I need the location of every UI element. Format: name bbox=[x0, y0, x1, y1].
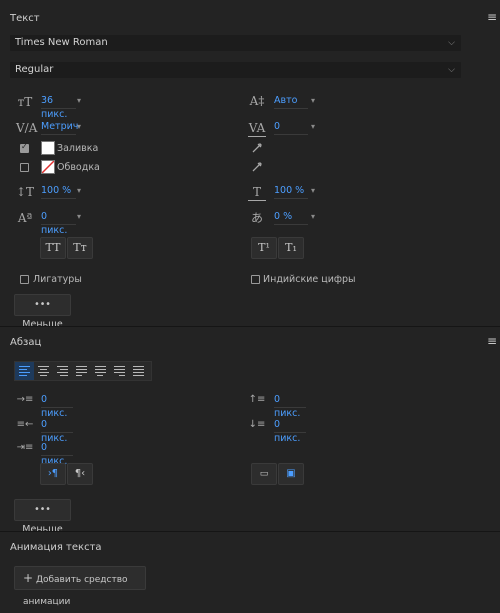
right-to-left-button[interactable]: ¶‹ bbox=[67, 463, 93, 485]
hindi-digits-label: Индийские цифры bbox=[263, 274, 356, 285]
leading-icon: A‡ bbox=[249, 94, 265, 108]
text-panel-title: Текст bbox=[10, 13, 40, 24]
tracking-value[interactable]: 0 bbox=[274, 120, 308, 135]
text-box-button[interactable]: ▭ bbox=[251, 463, 277, 485]
less-label: Меньше bbox=[22, 524, 63, 535]
indent-left-icon: →≡ bbox=[16, 394, 34, 405]
ellipsis-icon: ••• bbox=[34, 504, 51, 515]
superscript-button[interactable]: T¹ bbox=[251, 237, 277, 259]
align-left-button[interactable] bbox=[15, 362, 34, 380]
less-button[interactable]: ••• Меньше bbox=[14, 499, 71, 535]
chevron-down-icon[interactable]: ▾ bbox=[77, 96, 81, 105]
space-after-icon: ↓≡ bbox=[248, 419, 266, 430]
justify-right-button[interactable] bbox=[110, 362, 129, 380]
paragraph-panel-title: Абзац bbox=[10, 337, 42, 348]
first-line-indent-value[interactable]: 0 пикс. bbox=[41, 441, 73, 467]
less-label: Меньше bbox=[22, 319, 63, 330]
left-to-right-button[interactable]: ›¶ bbox=[40, 463, 66, 485]
kerning-value[interactable]: Метрич bbox=[41, 120, 78, 135]
font-family-value: Times New Roman bbox=[15, 37, 108, 48]
chevron-down-icon[interactable]: ▾ bbox=[311, 96, 315, 105]
indent-right-value[interactable]: 0 пикс. bbox=[41, 418, 73, 444]
font-family-dropdown[interactable]: Times New Roman ⌵ bbox=[10, 35, 461, 51]
font-size-value[interactable]: 36 пикс. bbox=[41, 94, 76, 120]
fill-color-swatch[interactable] bbox=[41, 141, 55, 155]
ligatures-checkbox[interactable] bbox=[20, 275, 29, 284]
ligatures-label: Лигатуры bbox=[33, 274, 82, 285]
stroke-label: Обводка bbox=[57, 162, 100, 173]
horizontal-scale-value[interactable]: 100 % bbox=[274, 184, 308, 199]
text-frame-button[interactable]: ▣ bbox=[278, 463, 304, 485]
chevron-down-icon[interactable]: ▾ bbox=[311, 122, 315, 131]
chevron-down-icon[interactable]: ▾ bbox=[311, 186, 315, 195]
tsume-icon: あ bbox=[250, 211, 263, 225]
eyedropper-icon[interactable] bbox=[250, 160, 264, 174]
baseline-shift-icon: Aª bbox=[17, 211, 33, 225]
chevron-down-icon: ⌵ bbox=[448, 38, 455, 48]
chevron-down-icon[interactable]: ▾ bbox=[77, 122, 81, 131]
stroke-checkbox[interactable] bbox=[20, 163, 29, 172]
font-style-dropdown[interactable]: Regular ⌵ bbox=[10, 62, 461, 78]
divider bbox=[0, 326, 500, 327]
justify-center-button[interactable] bbox=[91, 362, 110, 380]
justify-all-button[interactable] bbox=[129, 362, 148, 380]
ellipsis-icon: ••• bbox=[34, 299, 51, 310]
chevron-down-icon[interactable]: ▾ bbox=[77, 186, 81, 195]
first-line-indent-icon: ⇥≡ bbox=[16, 442, 34, 453]
chevron-down-icon: ⌵ bbox=[448, 65, 455, 75]
vertical-scale-icon: ↕T bbox=[16, 185, 35, 199]
add-animator-button[interactable]: + Добавить средство анимации bbox=[14, 566, 146, 607]
stroke-color-swatch[interactable] bbox=[41, 160, 55, 174]
indent-right-icon: ≡← bbox=[16, 419, 34, 430]
horizontal-scale-icon: T bbox=[248, 184, 266, 201]
justify-left-button[interactable] bbox=[72, 362, 91, 380]
indent-left-value[interactable]: 0 пикс. bbox=[41, 393, 73, 419]
space-before-icon: ↑≡ bbox=[248, 394, 266, 405]
hindi-digits-checkbox[interactable] bbox=[251, 275, 260, 284]
subscript-button[interactable]: T₁ bbox=[278, 237, 304, 259]
panel-menu-icon[interactable]: ≡ bbox=[487, 334, 497, 348]
space-after-value[interactable]: 0 пикс. bbox=[274, 418, 306, 444]
space-before-value[interactable]: 0 пикс. bbox=[274, 393, 306, 419]
align-right-button[interactable] bbox=[53, 362, 72, 380]
panel-menu-icon[interactable]: ≡ bbox=[487, 10, 497, 24]
kerning-icon: V/A bbox=[16, 121, 38, 135]
fill-checkbox[interactable]: ✓ bbox=[20, 142, 29, 153]
font-size-icon: ᴛT bbox=[17, 95, 33, 109]
font-style-value: Regular bbox=[15, 64, 54, 75]
all-caps-button[interactable]: TT bbox=[40, 237, 66, 259]
plus-icon: + bbox=[23, 571, 34, 585]
tsume-value[interactable]: 0 % bbox=[274, 210, 308, 225]
small-caps-button[interactable]: Tт bbox=[67, 237, 93, 259]
divider bbox=[0, 531, 500, 532]
tracking-icon: VA bbox=[248, 121, 266, 137]
chevron-down-icon[interactable]: ▾ bbox=[311, 212, 315, 221]
fill-label: Заливка bbox=[57, 143, 99, 154]
align-center-button[interactable] bbox=[34, 362, 53, 380]
add-animator-label: Добавить средство анимации bbox=[23, 575, 128, 607]
less-button[interactable]: ••• Меньше bbox=[14, 294, 71, 330]
chevron-down-icon[interactable]: ▾ bbox=[77, 212, 81, 221]
baseline-shift-value[interactable]: 0 пикс. bbox=[41, 210, 76, 236]
leading-value[interactable]: Авто bbox=[274, 94, 308, 109]
vertical-scale-value[interactable]: 100 % bbox=[41, 184, 76, 199]
eyedropper-icon[interactable] bbox=[250, 141, 264, 155]
animation-panel-title: Анимация текста bbox=[10, 542, 102, 553]
alignment-toolbar bbox=[14, 361, 152, 381]
